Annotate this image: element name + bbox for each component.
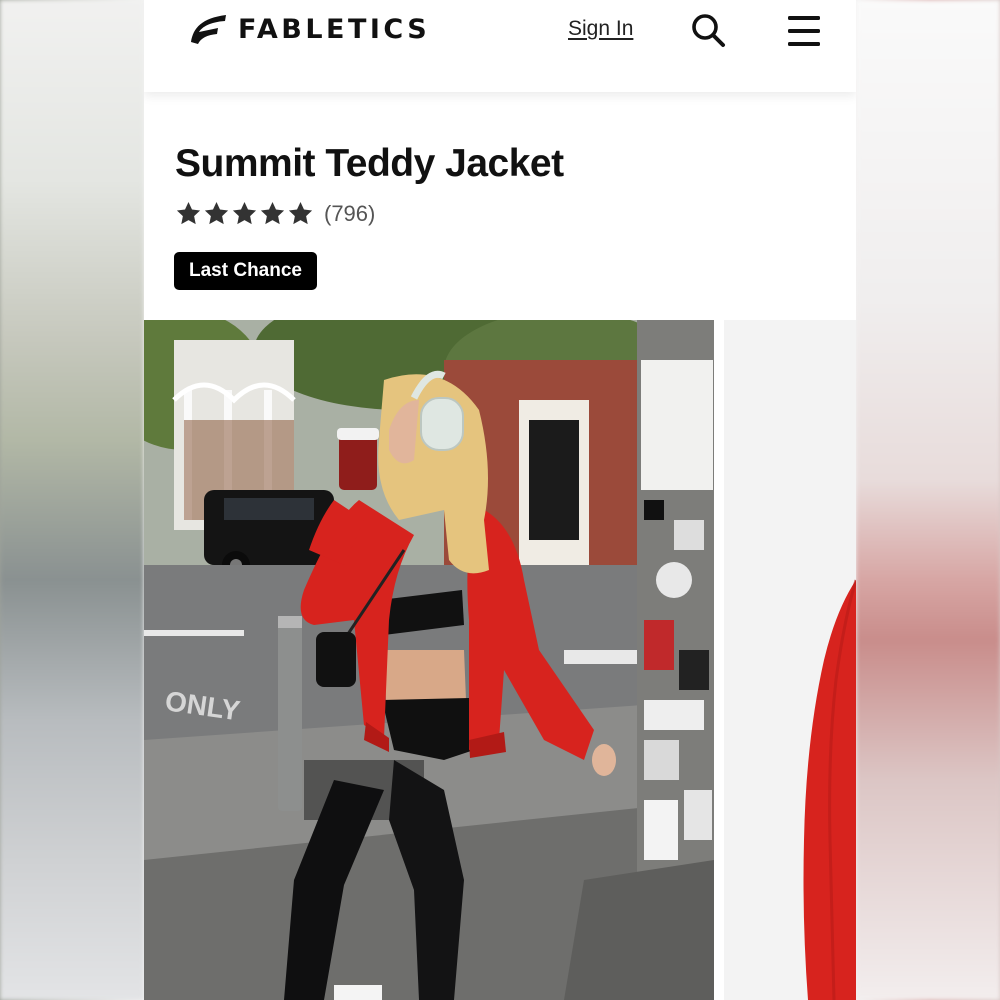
product-image-gallery[interactable]: ONLY — [144, 320, 856, 1000]
star-icon — [232, 202, 257, 225]
fabletics-logo-icon — [191, 15, 226, 44]
product-rating[interactable]: (796) — [175, 200, 375, 227]
site-header: FABLETICS Sign In — [144, 0, 856, 92]
search-icon[interactable] — [690, 12, 726, 48]
brand-logo[interactable]: FABLETICS — [188, 12, 430, 46]
brand-name: FABLETICS — [238, 13, 431, 45]
product-photo-main[interactable]: ONLY — [144, 320, 714, 1000]
product-page: FABLETICS Sign In Summit Teddy Jacket (7… — [144, 0, 856, 1000]
hamburger-menu-icon[interactable] — [786, 14, 822, 48]
star-icon — [288, 202, 313, 225]
product-title: Summit Teddy Jacket — [175, 142, 564, 185]
next-photo-illustration — [724, 320, 856, 1000]
sign-in-link[interactable]: Sign In — [568, 17, 633, 41]
blurred-background-right — [856, 0, 1000, 1000]
star-icon — [176, 202, 201, 225]
street-photo-illustration: ONLY — [144, 320, 714, 1000]
blurred-background-left — [0, 0, 144, 1000]
star-rating — [175, 200, 314, 227]
product-photo-next-preview[interactable] — [724, 320, 856, 1000]
star-icon — [204, 202, 229, 225]
last-chance-badge: Last Chance — [174, 252, 317, 290]
star-icon — [260, 202, 285, 225]
review-count: (796) — [324, 200, 376, 226]
